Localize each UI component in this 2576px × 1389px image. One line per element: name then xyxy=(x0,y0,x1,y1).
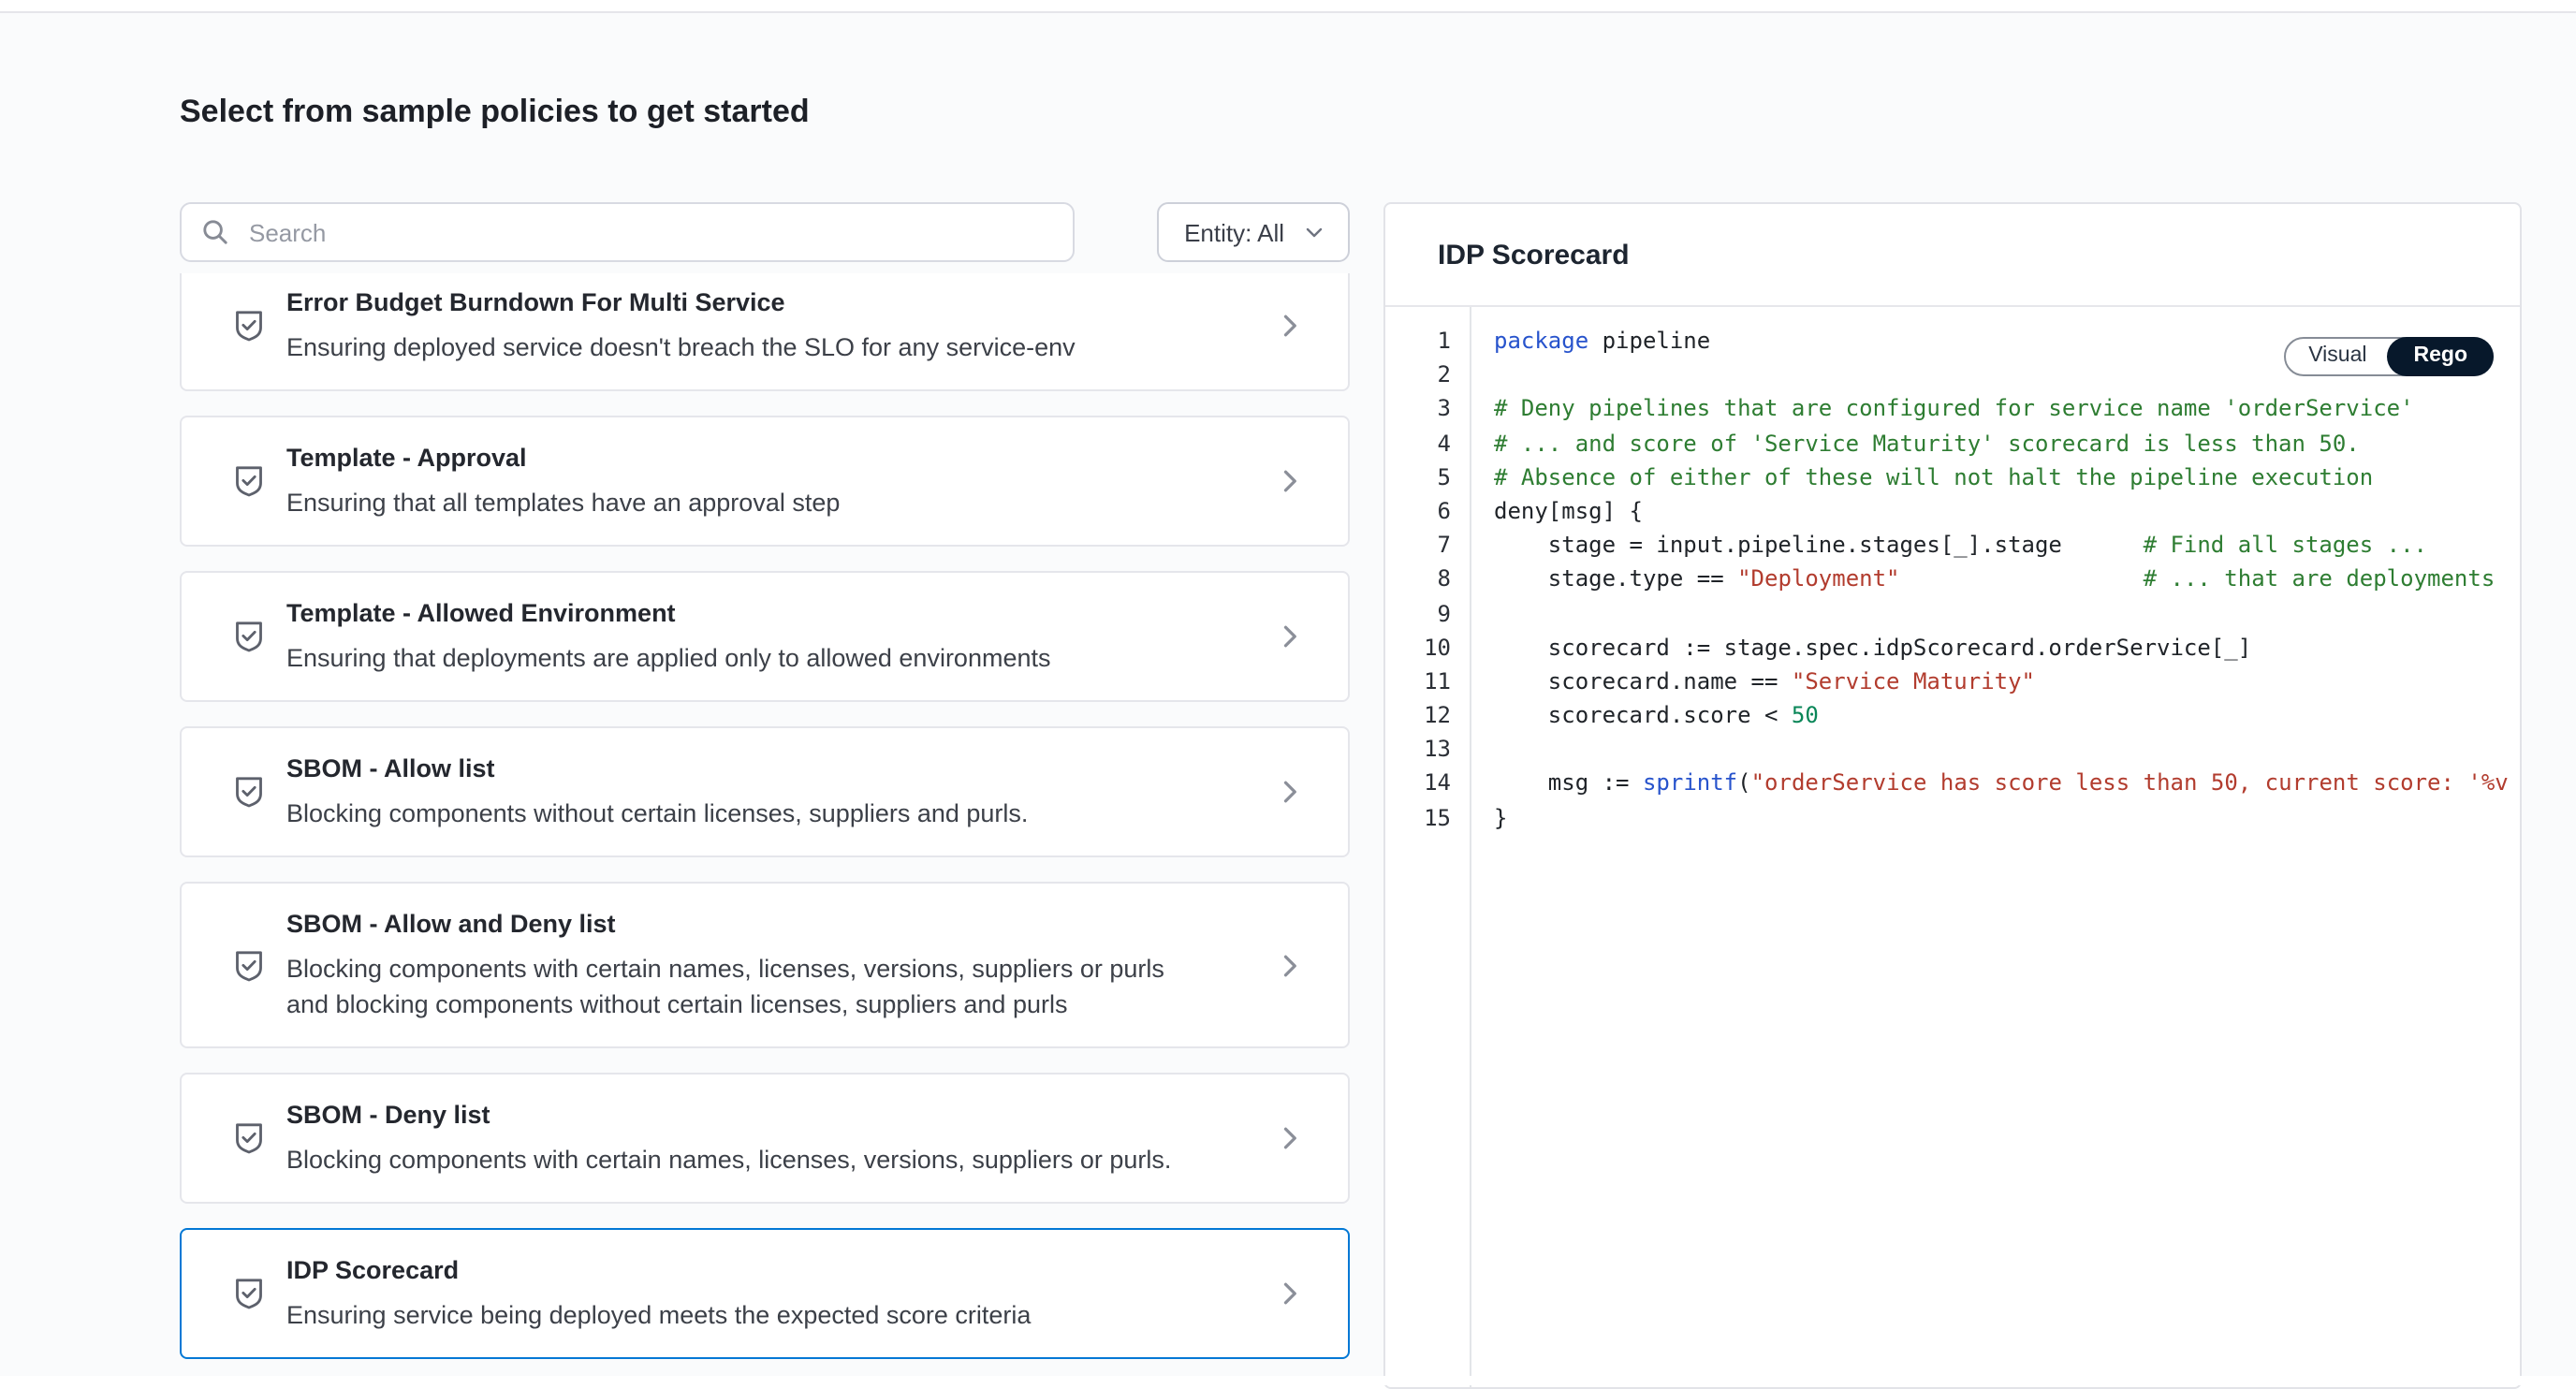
line-number: 6 xyxy=(1385,494,1451,528)
policy-card-text: SBOM - Deny list Blocking components wit… xyxy=(286,1099,1239,1177)
policy-description: Ensuring that all templates have an appr… xyxy=(286,485,1204,520)
line-number: 14 xyxy=(1385,767,1451,800)
top-divider xyxy=(0,0,2576,13)
code-line: scorecard.score < 50 xyxy=(1494,698,2520,732)
policy-description: Blocking components with certain names, … xyxy=(286,1142,1204,1177)
policy-title: Error Budget Burndown For Multi Service xyxy=(286,286,1239,318)
policy-card[interactable]: Template - Approval Ensuring that all te… xyxy=(180,416,1350,547)
policy-title: SBOM - Allow and Deny list xyxy=(286,908,1239,940)
code-line: scorecard.name == "Service Maturity" xyxy=(1494,665,2520,698)
sample-policies-page: Select from sample policies to get start… xyxy=(0,0,2576,1385)
line-number: 12 xyxy=(1385,698,1451,732)
policy-detail-panel: IDP Scorecard Visual Rego 12345678910111… xyxy=(1383,202,2522,1389)
line-number: 5 xyxy=(1385,461,1451,494)
code-viewer: 123456789101112131415 package pipeline# … xyxy=(1385,307,2520,1387)
code-line: # Absence of either of these will not ha… xyxy=(1494,461,2520,494)
line-number: 8 xyxy=(1385,563,1451,596)
policy-title: Template - Approval xyxy=(286,442,1239,474)
line-number: 9 xyxy=(1385,596,1451,630)
chevron-right-icon xyxy=(1273,775,1307,809)
policy-check-icon xyxy=(230,773,268,811)
code-line: # Deny pipelines that are configured for… xyxy=(1494,392,2520,426)
line-number: 15 xyxy=(1385,800,1451,834)
line-number: 7 xyxy=(1385,528,1451,562)
code-line: stage = input.pipeline.stages[_].stage #… xyxy=(1494,528,2520,562)
policy-list-controls: Entity: All xyxy=(180,202,1350,262)
policy-check-icon xyxy=(230,307,268,344)
line-number: 3 xyxy=(1385,392,1451,426)
policy-check-icon xyxy=(230,462,268,500)
policy-title: Template - Allowed Environment xyxy=(286,597,1239,629)
chevron-right-icon xyxy=(1273,1121,1307,1155)
code-line: stage.type == "Deployment" # ... that ar… xyxy=(1494,563,2520,596)
line-number: 10 xyxy=(1385,630,1451,664)
policy-list: Error Budget Burndown For Multi Service … xyxy=(180,273,1350,1376)
bottom-strip xyxy=(0,1376,2576,1385)
rego-toggle-button[interactable]: Rego xyxy=(2388,337,2495,376)
detail-panel-title: IDP Scorecard xyxy=(1438,236,2467,275)
policy-check-icon xyxy=(230,946,268,984)
code-line: scorecard := stage.spec.idpScorecard.ord… xyxy=(1494,630,2520,664)
line-number-gutter: 123456789101112131415 xyxy=(1385,307,1471,1387)
search-icon xyxy=(200,217,230,247)
code-line: } xyxy=(1494,800,2520,834)
chevron-right-icon xyxy=(1273,948,1307,982)
visual-toggle-button[interactable]: Visual xyxy=(2286,339,2389,374)
policy-card[interactable]: SBOM - Allow and Deny list Blocking comp… xyxy=(180,882,1350,1048)
code-line xyxy=(1494,596,2520,630)
policy-check-icon xyxy=(230,1275,268,1312)
policy-card[interactable]: IDP Scorecard Ensuring service being dep… xyxy=(180,1228,1350,1359)
code-content: package pipeline# Deny pipelines that ar… xyxy=(1471,307,2520,1387)
policy-card-text: Error Budget Burndown For Multi Service … xyxy=(286,286,1239,365)
line-number: 11 xyxy=(1385,665,1451,698)
policy-title: SBOM - Allow list xyxy=(286,753,1239,784)
search-input[interactable] xyxy=(245,216,1054,248)
entity-filter-label: Entity: All xyxy=(1184,218,1284,246)
line-number: 13 xyxy=(1385,733,1451,767)
policy-check-icon xyxy=(230,618,268,655)
code-line: # ... and score of 'Service Maturity' sc… xyxy=(1494,426,2520,460)
search-input-wrapper[interactable] xyxy=(180,202,1075,262)
policy-card[interactable]: SBOM - Deny list Blocking components wit… xyxy=(180,1073,1350,1204)
code-line xyxy=(1494,733,2520,767)
chevron-right-icon xyxy=(1273,309,1307,343)
policy-card-text: SBOM - Allow and Deny list Blocking comp… xyxy=(286,908,1239,1022)
policy-description: Ensuring that deployments are applied on… xyxy=(286,640,1204,676)
chevron-right-icon xyxy=(1273,464,1307,498)
policy-description: Blocking components with certain names, … xyxy=(286,951,1204,1022)
policy-description: Ensuring service being deployed meets th… xyxy=(286,1297,1204,1333)
policy-card-text: SBOM - Allow list Blocking components wi… xyxy=(286,753,1239,831)
line-number: 1 xyxy=(1385,324,1451,358)
code-line: deny[msg] { xyxy=(1494,494,2520,528)
entity-filter-dropdown[interactable]: Entity: All xyxy=(1156,202,1350,262)
policy-card[interactable]: Template - Allowed Environment Ensuring … xyxy=(180,571,1350,702)
policy-check-icon xyxy=(230,1119,268,1157)
policy-card-text: Template - Approval Ensuring that all te… xyxy=(286,442,1239,520)
policy-description: Ensuring deployed service doesn't breach… xyxy=(286,329,1204,365)
policy-description: Blocking components without certain lice… xyxy=(286,796,1204,831)
code-line: msg := sprintf("orderService has score l… xyxy=(1494,767,2520,800)
detail-panel-header: IDP Scorecard xyxy=(1385,204,2520,307)
line-number: 2 xyxy=(1385,358,1451,391)
policy-title: SBOM - Deny list xyxy=(286,1099,1239,1131)
policy-title: IDP Scorecard xyxy=(286,1254,1239,1286)
line-number: 4 xyxy=(1385,426,1451,460)
chevron-down-icon xyxy=(1303,221,1325,243)
policy-card-text: IDP Scorecard Ensuring service being dep… xyxy=(286,1254,1239,1333)
chevron-right-icon xyxy=(1273,1277,1307,1310)
page-title: Select from sample policies to get start… xyxy=(180,94,810,131)
policy-card[interactable]: Error Budget Burndown For Multi Service … xyxy=(180,273,1350,391)
chevron-right-icon xyxy=(1273,620,1307,653)
policy-card-text: Template - Allowed Environment Ensuring … xyxy=(286,597,1239,676)
visual-rego-toggle: Visual Rego xyxy=(2284,337,2494,376)
policy-card[interactable]: SBOM - Allow list Blocking components wi… xyxy=(180,726,1350,857)
